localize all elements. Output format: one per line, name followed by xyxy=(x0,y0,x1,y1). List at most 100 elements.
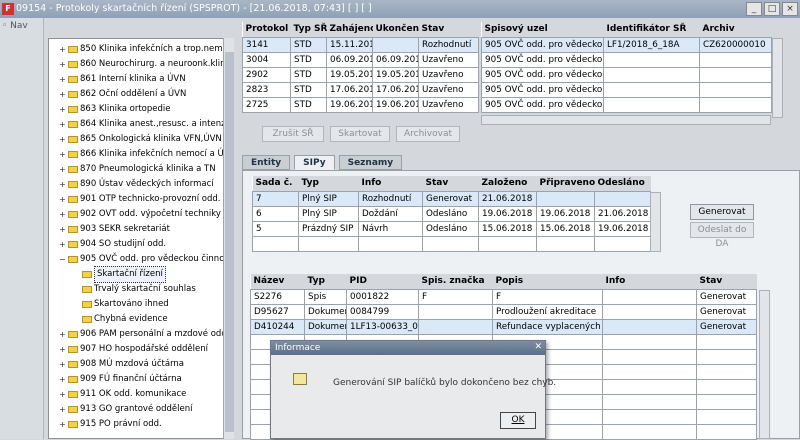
tree-expander-icon[interactable]: + xyxy=(59,342,67,357)
table-cell[interactable] xyxy=(478,235,537,252)
table-cell[interactable]: Doždání xyxy=(358,205,423,222)
tree-item[interactable]: +863 Klinika ortopedie xyxy=(59,102,171,117)
table-cell[interactable]: STD xyxy=(290,96,327,113)
table-cell[interactable]: 19.05.2015 xyxy=(372,66,419,83)
column-header[interactable]: Info xyxy=(602,274,697,289)
table-cell[interactable] xyxy=(696,363,757,380)
column-header[interactable]: Popis xyxy=(492,274,603,289)
column-header[interactable]: Založeno xyxy=(478,176,537,191)
tree-expander-icon[interactable]: − xyxy=(59,252,67,267)
send-to-archive-button[interactable]: Odeslat do DA xyxy=(690,222,754,249)
tree-item[interactable]: +860 Neurochirurg. a neuroonk.klinika a xyxy=(59,57,231,72)
table-cell[interactable] xyxy=(602,348,697,365)
table-cell[interactable]: Plný SIP xyxy=(298,205,359,222)
table-cell[interactable]: Rozhodnutí xyxy=(358,190,423,207)
tree-item[interactable]: +907 HO hospodářské oddělení xyxy=(59,342,208,357)
table-cell[interactable]: Generovat xyxy=(696,318,757,335)
tree-expander-icon[interactable]: + xyxy=(59,102,67,117)
tree-expander-icon[interactable]: + xyxy=(59,372,67,387)
tab-entity[interactable]: Entity xyxy=(242,155,291,170)
table-cell[interactable]: 905 OVČ odd. pro vědeckou či xyxy=(481,81,604,98)
column-header[interactable]: Typ xyxy=(304,274,347,289)
table-cell[interactable]: D410244 xyxy=(250,318,305,335)
tree-item[interactable]: +906 PAM personální a mzdové odd. xyxy=(59,327,229,342)
generate-button[interactable]: Generovat xyxy=(690,204,754,220)
table-cell[interactable]: 19.06.2018 xyxy=(536,205,595,222)
tree-expander-icon[interactable]: + xyxy=(59,132,67,147)
table-cell[interactable]: 19.06.2013 xyxy=(372,96,419,113)
table-cell[interactable] xyxy=(603,96,700,113)
table-cell[interactable] xyxy=(602,303,697,320)
table-cell[interactable]: 905 OVČ odd. pro vědeckou či xyxy=(481,36,604,53)
tree-expander-icon[interactable]: + xyxy=(59,417,67,432)
cancel-protocol-button[interactable]: Zrušit SŘ xyxy=(262,126,324,142)
table-cell[interactable] xyxy=(602,408,697,425)
table-row[interactable]: 2725STD19.06.201319.06.2013Uzavřeno xyxy=(242,96,479,113)
tree-expander-icon[interactable]: + xyxy=(59,57,67,72)
table-cell[interactable]: Generovat xyxy=(696,303,757,320)
maximize-icon[interactable]: □ xyxy=(764,2,780,16)
column-header[interactable]: Název xyxy=(250,274,305,289)
tree-scrollbar[interactable] xyxy=(223,38,234,439)
table-cell[interactable] xyxy=(699,51,772,68)
table-cell[interactable] xyxy=(602,423,697,440)
tree-item[interactable]: +861 Interní klinika a ÚVN xyxy=(59,72,186,87)
table-cell[interactable] xyxy=(602,318,697,335)
column-header[interactable]: Stav xyxy=(422,176,479,191)
tree-expander-icon[interactable]: + xyxy=(59,222,67,237)
table-cell[interactable]: 15.06.2018 xyxy=(478,220,537,237)
tree-item[interactable]: +866 Klinika infekčních nemocí a ÚVN xyxy=(59,147,231,162)
tree-item[interactable]: +870 Pneumologická klinika a TN xyxy=(59,162,216,177)
table-cell[interactable]: 905 OVČ odd. pro vědeckou či xyxy=(481,96,604,113)
table-cell[interactable]: 17.06.2014 xyxy=(372,81,419,98)
column-header[interactable]: Sada č. xyxy=(252,176,299,191)
table-cell[interactable]: LF1/2018_6_18A xyxy=(603,36,700,53)
table-cell[interactable] xyxy=(602,333,697,350)
table-cell[interactable]: Prázdný SIP xyxy=(298,220,359,237)
table-row[interactable]: 7 Plný SIP Rozhodnutí Generovat 21.06.2018 xyxy=(252,190,651,207)
table-cell[interactable]: Prodloužení akreditace xyxy=(492,303,603,320)
table-row[interactable]: 6 Plný SIP Doždání Odesláno 19.06.2018 19.06.… xyxy=(252,205,651,222)
table-cell[interactable] xyxy=(696,348,757,365)
column-header[interactable]: Typ SŘ xyxy=(290,22,327,37)
table-cell[interactable] xyxy=(372,36,419,53)
tree-expander-icon[interactable]: + xyxy=(59,192,67,207)
tab-sipy[interactable]: SIPy xyxy=(294,155,335,170)
tree-scroll-thumb[interactable] xyxy=(225,52,234,432)
tree-item[interactable]: Trvalý skartační souhlas xyxy=(73,282,196,297)
tree-item[interactable]: +908 MÚ mzdová účtárna xyxy=(59,357,184,372)
column-header[interactable]: Identifikátor SŘ xyxy=(603,22,700,37)
table-cell[interactable] xyxy=(594,190,651,207)
tree-item[interactable]: Skartační řízení xyxy=(73,266,166,283)
table-cell[interactable]: 3004 xyxy=(242,51,291,68)
table-cell[interactable]: Refundace vyplacených odr xyxy=(492,318,603,335)
table-cell[interactable] xyxy=(252,235,299,252)
table-cell[interactable]: 3141 xyxy=(242,36,291,53)
tree-expander-icon[interactable]: + xyxy=(59,147,67,162)
table-cell[interactable]: 905 OVČ odd. pro vědeckou či xyxy=(481,51,604,68)
table-cell[interactable]: Generovat xyxy=(422,190,479,207)
empty-row[interactable] xyxy=(252,235,651,252)
table-cell[interactable]: Odesláno xyxy=(422,205,479,222)
column-header[interactable]: Info xyxy=(358,176,423,191)
table-row[interactable]: 905 OVČ odd. pro vědeckou či xyxy=(481,66,772,83)
table-row[interactable]: D95627Dokument0084799 Prodloužení akredit… xyxy=(250,303,757,320)
tree-item[interactable]: +904 SO studijní odd. xyxy=(59,237,166,252)
table-cell[interactable]: 19.06.2018 xyxy=(594,220,651,237)
table-cell[interactable] xyxy=(696,408,757,425)
table-row[interactable]: 2902STD19.05.201519.05.2015Uzavřeno xyxy=(242,66,479,83)
table-cell[interactable]: Uzavřeno xyxy=(418,96,479,113)
tree-expander-icon[interactable]: + xyxy=(59,357,67,372)
tree-item[interactable]: +915 PO právní odd. xyxy=(59,417,162,432)
table-cell[interactable]: 2725 xyxy=(242,96,291,113)
tree-expander-icon[interactable]: + xyxy=(59,42,67,57)
tree-expander-icon[interactable]: + xyxy=(59,177,67,192)
table-cell[interactable]: Plný SIP xyxy=(298,190,359,207)
table-cell[interactable]: Odesláno xyxy=(422,220,479,237)
nav-label[interactable]: ◦ Nav xyxy=(2,21,28,31)
table-cell[interactable] xyxy=(696,393,757,410)
column-header[interactable]: PID xyxy=(346,274,419,289)
table-cell[interactable]: 06.09.2016 xyxy=(372,51,419,68)
tree-item[interactable]: +850 Klinika infekčních a trop.nem.a NE xyxy=(59,42,231,57)
tree-item[interactable]: +862 Oční oddělení a ÚVN xyxy=(59,87,186,102)
